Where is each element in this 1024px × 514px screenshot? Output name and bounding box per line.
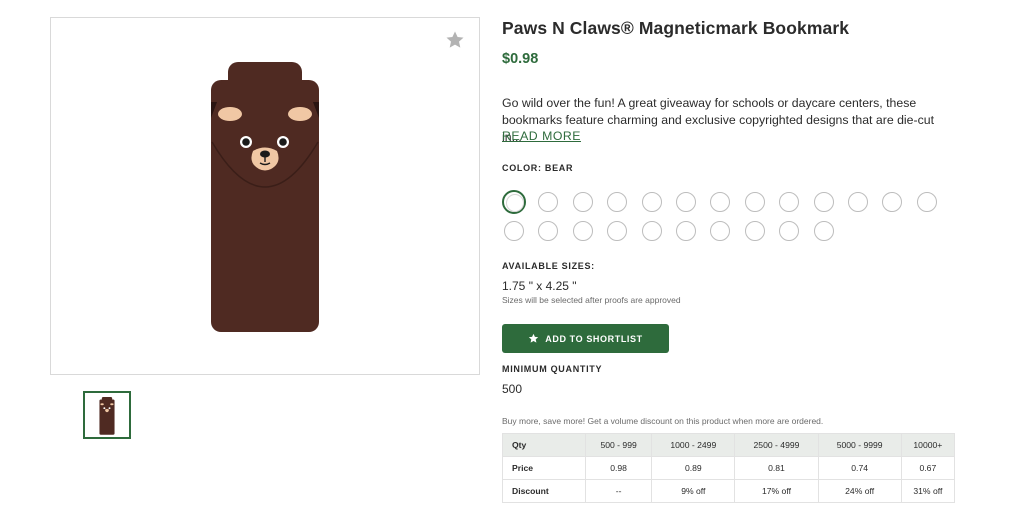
color-swatch[interactable] bbox=[504, 221, 524, 241]
color-swatch[interactable] bbox=[641, 192, 662, 212]
color-swatch[interactable] bbox=[676, 221, 696, 241]
read-more-link[interactable]: READ MORE bbox=[502, 129, 581, 143]
color-swatch[interactable] bbox=[641, 221, 662, 241]
color-swatch[interactable] bbox=[676, 192, 696, 212]
color-swatch[interactable] bbox=[572, 192, 593, 212]
size-value: 1.75 " x 4.25 " bbox=[502, 279, 577, 293]
table-header-cell: Qty bbox=[502, 433, 586, 457]
table-header-cell: 10000+ bbox=[900, 433, 956, 457]
color-swatch[interactable] bbox=[502, 190, 526, 214]
table-header-cell: 5000 - 9999 bbox=[817, 433, 902, 457]
volume-discount-note: Buy more, save more! Get a volume discou… bbox=[502, 416, 824, 426]
table-cell: -- bbox=[584, 479, 653, 503]
table-cell: 17% off bbox=[734, 479, 819, 503]
table-header-cell: 2500 - 4999 bbox=[734, 433, 819, 457]
color-swatch[interactable] bbox=[538, 221, 559, 241]
color-swatch[interactable] bbox=[710, 221, 731, 241]
color-swatch[interactable] bbox=[710, 192, 731, 212]
add-to-shortlist-label: ADD TO SHORTLIST bbox=[545, 333, 643, 344]
color-swatch[interactable] bbox=[572, 221, 593, 241]
color-swatch[interactable] bbox=[848, 192, 868, 212]
star-icon bbox=[528, 333, 539, 344]
favorite-star-icon[interactable] bbox=[445, 30, 465, 50]
add-to-shortlist-button[interactable]: ADD TO SHORTLIST bbox=[502, 324, 669, 353]
product-thumbnail[interactable] bbox=[83, 391, 131, 439]
product-image-panel bbox=[50, 17, 480, 375]
color-swatch[interactable] bbox=[607, 221, 628, 241]
available-sizes-label: AVAILABLE SIZES: bbox=[502, 261, 595, 271]
color-label: COLOR: BEAR bbox=[502, 163, 574, 173]
table-cell: 0.98 bbox=[584, 456, 653, 480]
table-row: Discount -- 9% off 17% off 24% off 31% o… bbox=[502, 479, 956, 503]
table-cell: 0.67 bbox=[900, 456, 956, 480]
table-cell: 0.89 bbox=[651, 456, 736, 480]
color-swatch[interactable] bbox=[607, 192, 628, 212]
table-cell: 0.81 bbox=[734, 456, 819, 480]
size-note: Sizes will be selected after proofs are … bbox=[502, 295, 681, 305]
table-cell: 9% off bbox=[651, 479, 736, 503]
color-swatch[interactable] bbox=[779, 221, 800, 241]
table-header-cell: 500 - 999 bbox=[584, 433, 653, 457]
minimum-quantity-label: MINIMUM QUANTITY bbox=[502, 364, 603, 374]
table-cell: Price bbox=[502, 456, 586, 480]
minimum-quantity-value: 500 bbox=[502, 382, 523, 396]
color-swatch[interactable] bbox=[916, 192, 937, 212]
table-header-cell: 1000 - 2499 bbox=[651, 433, 736, 457]
table-row: Price 0.98 0.89 0.81 0.74 0.67 bbox=[502, 456, 956, 480]
volume-pricing-table: Qty 500 - 999 1000 - 2499 2500 - 4999 50… bbox=[502, 433, 956, 503]
color-swatch[interactable] bbox=[744, 221, 765, 241]
color-swatch[interactable] bbox=[813, 221, 834, 241]
color-swatch[interactable] bbox=[779, 192, 800, 212]
color-swatch[interactable] bbox=[538, 192, 559, 212]
color-swatch[interactable] bbox=[813, 192, 834, 212]
color-swatch[interactable] bbox=[882, 192, 903, 212]
product-title: Paws N Claws® Magneticmark Bookmark bbox=[502, 18, 850, 38]
product-image-bear-bookmark bbox=[209, 62, 321, 339]
table-cell: 31% off bbox=[900, 479, 956, 503]
table-header-row: Qty 500 - 999 1000 - 2499 2500 - 4999 50… bbox=[502, 433, 956, 457]
table-cell: 24% off bbox=[817, 479, 902, 503]
table-cell: 0.74 bbox=[817, 456, 902, 480]
product-price: $0.98 bbox=[502, 51, 539, 67]
table-cell: Discount bbox=[502, 479, 586, 503]
color-swatch[interactable] bbox=[744, 192, 765, 212]
